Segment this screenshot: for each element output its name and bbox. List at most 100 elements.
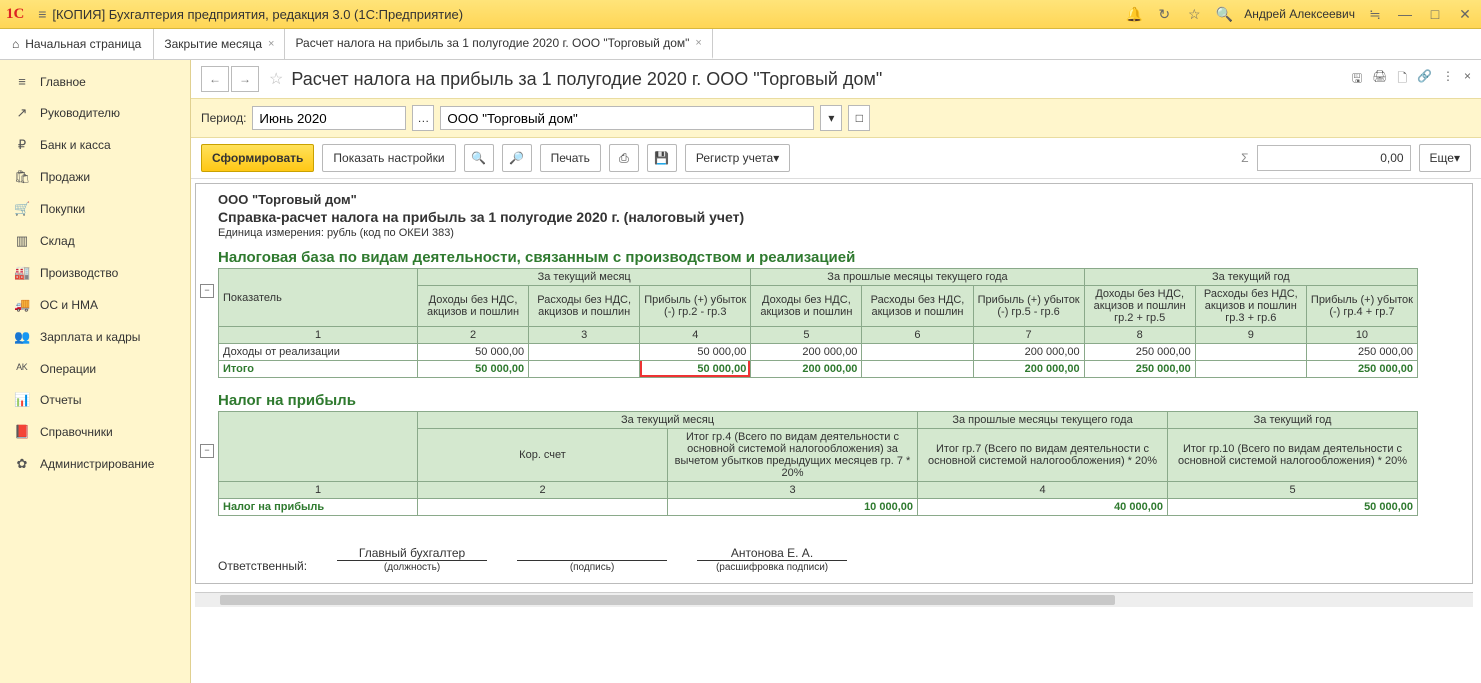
cell: 200 000,00 (973, 361, 1084, 378)
cell (529, 361, 640, 378)
close-page-icon[interactable]: × (1464, 69, 1471, 90)
sidebar-item-bank[interactable]: ₽Банк и касса (0, 129, 190, 161)
print-icon[interactable]: 🖨 (1372, 69, 1387, 90)
bell-icon[interactable]: 🔔 (1124, 6, 1144, 23)
colnum: 10 (1306, 327, 1417, 344)
report-area[interactable]: ООО "Торговый дом" Справка-расчет налога… (191, 179, 1481, 683)
print-button[interactable]: Печать (540, 144, 601, 172)
th: Кор. счет (418, 429, 668, 482)
export-button[interactable]: ⎙ (609, 144, 639, 172)
period-picker-button[interactable]: … (412, 105, 434, 131)
forward-button[interactable]: → (231, 66, 259, 92)
preview-icon[interactable]: 🗋 (1397, 69, 1407, 90)
sidebar-item-label: Покупки (40, 202, 85, 216)
tab-closing[interactable]: Закрытие месяца × (154, 29, 285, 59)
table-row: Налог на прибыль 10 000,00 40 000,00 50 … (219, 499, 1418, 516)
maximize-icon[interactable]: □ (1425, 6, 1445, 22)
sidebar-item-operations[interactable]: ᴬᴷОперации (0, 353, 190, 384)
tab-close-icon[interactable]: × (268, 38, 274, 50)
sidebar-item-admin[interactable]: ✿ Администрирование (0, 448, 190, 480)
minimize-icon[interactable]: — (1395, 6, 1415, 22)
sidebar-item-main[interactable]: ≡Главное (0, 66, 190, 97)
window-title: [КОПИЯ] Бухгалтерия предприятия, редакци… (52, 7, 1124, 22)
sidebar-item-label: Справочники (40, 425, 113, 439)
grid-icon: ▥ (14, 233, 30, 249)
tab-label: Расчет налога на прибыль за 1 полугодие … (295, 36, 689, 50)
list-icon: ≡ (14, 74, 30, 89)
th: Прибыль (+) убыток (-) гр.5 - гр.6 (973, 286, 1084, 327)
sidebar-item-label: Администрирование (40, 457, 154, 471)
th: Расходы без НДС, акцизов и пошлин (529, 286, 640, 327)
find-button[interactable]: 🔍 (464, 144, 494, 172)
people-icon: 👥 (14, 329, 30, 345)
sidebar-item-stock[interactable]: ▥Склад (0, 225, 190, 257)
tab-tax-report[interactable]: Расчет налога на прибыль за 1 полугодие … (285, 29, 712, 59)
org-input[interactable] (440, 106, 814, 130)
th: За текущий год (1168, 412, 1418, 429)
th: Прибыль (+) убыток (-) гр.4 + гр.7 (1306, 286, 1417, 327)
sidebar-item-reports[interactable]: 📊Отчеты (0, 384, 190, 416)
colnum: 5 (1168, 482, 1418, 499)
sidebar-item-label: Отчеты (40, 393, 81, 407)
menu-icon[interactable]: ≡ (32, 6, 52, 22)
sidebar-item-purchases[interactable]: 🛒Покупки (0, 193, 190, 225)
org-dropdown-button[interactable]: ▾ (820, 105, 842, 131)
more-button[interactable]: Еще ▾ (1419, 144, 1471, 172)
cell (1195, 361, 1306, 378)
tab-close-icon[interactable]: × (695, 37, 701, 49)
cell (1195, 344, 1306, 361)
cell: 50 000,00 (418, 361, 529, 378)
report-org: ООО "Торговый дом" (218, 192, 1462, 207)
sign-position-value: Главный бухгалтер (337, 546, 487, 560)
tab-home[interactable]: ⌂ Начальная страница (0, 29, 154, 59)
th-cur-month: За текущий месяц (418, 269, 751, 286)
page-header: ← → ☆ Расчет налога на прибыль за 1 полу… (191, 60, 1481, 98)
collapse-button[interactable]: − (200, 444, 214, 458)
period-input[interactable] (252, 106, 406, 130)
sidebar-item-catalogs[interactable]: 📕Справочники (0, 416, 190, 448)
user-name[interactable]: Андрей Алексеевич (1244, 7, 1355, 21)
sidebar-item-label: Банк и касса (40, 138, 111, 152)
collapse-button[interactable]: − (200, 284, 214, 298)
sidebar-item-sales[interactable]: 🛍Продажи (0, 161, 190, 193)
sidebar-item-salary[interactable]: 👥Зарплата и кадры (0, 321, 190, 353)
chart-icon: ↗ (14, 105, 30, 121)
show-settings-button[interactable]: Показать настройки (322, 144, 455, 172)
save-button[interactable]: 💾 (647, 144, 677, 172)
link-icon[interactable]: 🔗 (1417, 69, 1432, 90)
cell: 50 000,00 (640, 344, 751, 361)
bag-icon: 🛍 (14, 169, 30, 185)
gear-icon: ✿ (14, 456, 30, 472)
find-next-button[interactable]: 🔎 (502, 144, 532, 172)
cell: 250 000,00 (1084, 344, 1195, 361)
cell (529, 344, 640, 361)
history-icon[interactable]: ↻ (1154, 6, 1174, 23)
more-icon[interactable]: ⋮ (1442, 69, 1454, 90)
colnum: 4 (918, 482, 1168, 499)
signature-row: Ответственный: Главный бухгалтер (должно… (218, 546, 1462, 573)
star-icon[interactable]: ☆ (1184, 6, 1204, 23)
th: За прошлые месяцы текущего года (918, 412, 1168, 429)
filter-icon[interactable]: ≒ (1365, 6, 1385, 23)
horizontal-scrollbar[interactable] (195, 592, 1473, 607)
colnum: 3 (668, 482, 918, 499)
sidebar-item-production[interactable]: 🏭Производство (0, 257, 190, 289)
sign-position: (должность) (337, 560, 487, 573)
cell (862, 344, 973, 361)
register-button[interactable]: Регистр учета ▾ (685, 144, 790, 172)
title-bar: 1C ≡ [КОПИЯ] Бухгалтерия предприятия, ре… (0, 0, 1481, 29)
org-open-button[interactable]: □ (848, 105, 870, 131)
sum-field[interactable]: 0,00 (1257, 145, 1411, 171)
favorite-button[interactable]: ☆ (269, 69, 283, 89)
sidebar-item-assets[interactable]: 🚚ОС и НМА (0, 289, 190, 321)
cell: 200 000,00 (751, 344, 862, 361)
sidebar-item-manager[interactable]: ↗Руководителю (0, 97, 190, 129)
chevron-down-icon: ▾ (1454, 151, 1460, 165)
search-icon[interactable]: 🔍 (1214, 6, 1234, 23)
close-icon[interactable]: ✕ (1455, 6, 1475, 23)
back-button[interactable]: ← (201, 66, 229, 92)
colnum: 2 (418, 482, 668, 499)
form-button[interactable]: Сформировать (201, 144, 314, 172)
save-icon[interactable]: 🖫 (1352, 69, 1362, 90)
parameter-bar: Период: … ▾ □ (191, 98, 1481, 138)
